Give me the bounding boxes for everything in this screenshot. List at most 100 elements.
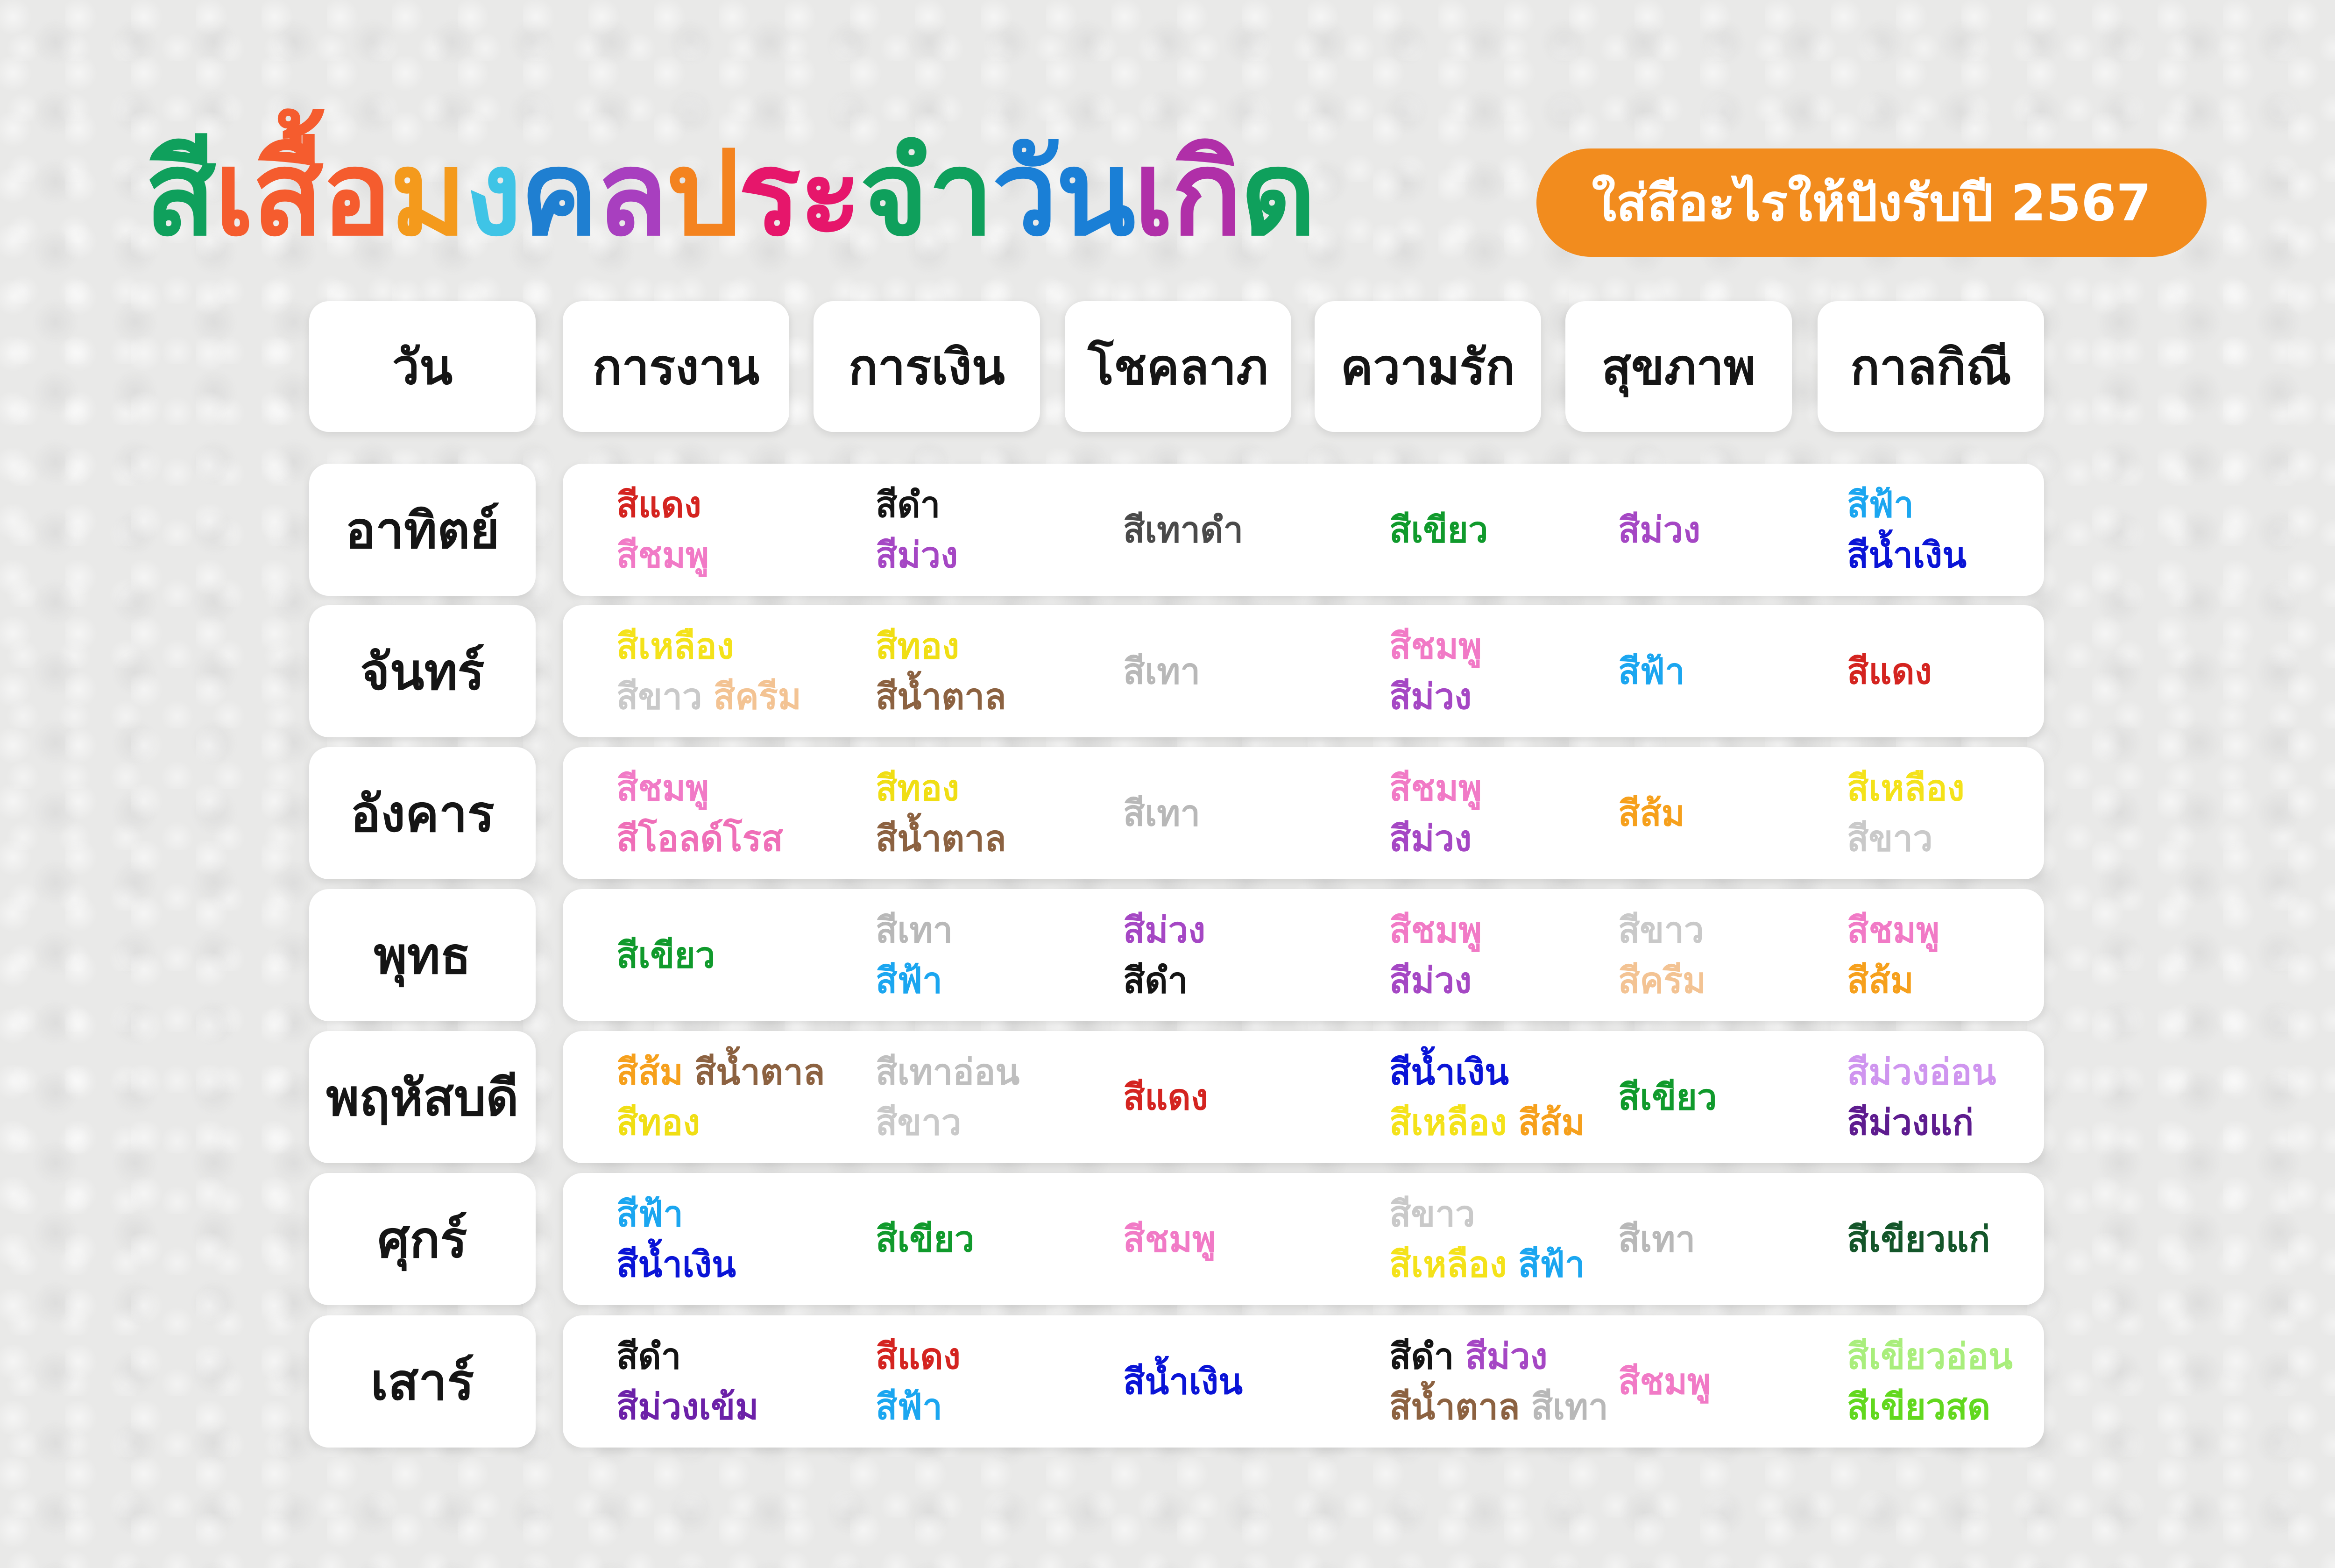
color-cell: สีขาวสีเหลือง สีฟ้า [1389, 1173, 1585, 1305]
color-name: สีแดง [1847, 650, 1932, 692]
color-cell: สีชมพู [1123, 1173, 1216, 1305]
color-name: สีดำ [1123, 959, 1188, 1001]
color-line: สีดำ [1123, 955, 1205, 1006]
color-line: สีฟ้า [1618, 646, 1685, 697]
color-name: สีทอง [616, 1101, 700, 1143]
row-card [563, 1315, 2044, 1448]
color-line: สีเทา [1123, 788, 1200, 839]
title-segment: วัน [992, 126, 1135, 261]
color-name: สีม่วง [1123, 909, 1206, 951]
color-line: สีชมพู [1847, 905, 1939, 955]
color-name: สีฟ้า [1518, 1243, 1585, 1285]
color-cell: สีเทา [1123, 605, 1200, 737]
color-cell: สีฟ้าสีน้ำเงิน [1847, 464, 1967, 596]
color-name: สีชมพู [616, 767, 709, 809]
color-line: สีขาว [1847, 813, 1965, 864]
title-segment: เสื้อ [214, 126, 392, 261]
color-cell: สีฟ้า [1618, 605, 1685, 737]
subtitle-text: ใส่สีอะไรให้ปังรับปี 2567 [1592, 174, 2151, 233]
color-name: สีเทา [1618, 1218, 1696, 1260]
color-name: สีฟ้า [616, 1193, 683, 1235]
color-cell: สีขาว สีครีม [1618, 889, 1706, 1021]
color-cell: สีเขียวอ่อน สีเขียวสด [1847, 1315, 2013, 1448]
color-line: สีเทา [876, 905, 953, 955]
color-cell: สีเทา [1618, 1173, 1695, 1305]
color-cell: สีม่วงสีดำ [1123, 889, 1205, 1021]
title-segment: ระ [738, 126, 862, 261]
day-label: จันทร์ [309, 605, 536, 737]
color-name: สีฟ้า [1847, 483, 1914, 525]
color-name: สีดำ [876, 483, 941, 525]
color-cell: สีชมพูสีส้ม [1847, 889, 1939, 1021]
color-name: สีเขียว [1389, 509, 1488, 551]
color-cell: สีชมพู [1618, 1315, 1711, 1448]
title-segment: ม [389, 126, 467, 261]
color-name: สีเหลือง [1389, 1101, 1507, 1143]
color-name: สีขาว [616, 675, 702, 717]
row-card [563, 1173, 2044, 1305]
color-name: สีน้ำตาล [876, 817, 1006, 859]
color-cell: สีม่วง [1618, 464, 1700, 596]
color-name: สีชมพู [1389, 625, 1482, 667]
color-name: สีเหลือง [616, 625, 734, 667]
color-line: สีม่วงเข้ม [616, 1382, 758, 1432]
color-line: สีดำ [876, 480, 958, 530]
color-line: สีชมพู [1389, 905, 1482, 955]
color-name: สีเขียวสด [1847, 1385, 1991, 1427]
color-line: สีทอง [876, 763, 1006, 813]
color-line: สีฟ้า [876, 1382, 961, 1432]
color-cell: สีแดง สีฟ้า [876, 1315, 961, 1448]
color-cell: สีชมพู สีม่วง [1389, 889, 1482, 1021]
header-category: สุขภาพ [1565, 301, 1792, 432]
color-line: สีขาว สีครีม [616, 671, 801, 722]
color-name: สีครีม [713, 675, 801, 717]
header-category: การเงิน [814, 301, 1040, 432]
title-segment: ง [465, 126, 522, 261]
color-name: สีเทาดำ [1123, 509, 1244, 551]
color-name: สีขาว [1847, 817, 1933, 859]
title-segment: จำ [860, 126, 994, 261]
color-name: สีขาว [1389, 1193, 1475, 1235]
color-name: สีน้ำเงิน [1123, 1360, 1243, 1402]
color-name: สีเขียว [1618, 1076, 1717, 1118]
color-name: สีม่วงอ่อน [1847, 1051, 1996, 1093]
color-line: สีเขียว [1618, 1072, 1717, 1123]
color-line: สีแดง [1123, 1072, 1208, 1123]
color-line: สีน้ำเงิน [1847, 530, 1967, 580]
color-line: สีม่วง [1123, 905, 1205, 955]
color-line: สีทอง [616, 1097, 825, 1148]
color-name: สีชมพู [616, 534, 709, 576]
header-category: โชคลาภ [1065, 301, 1291, 432]
subtitle-badge: ใส่สีอะไรให้ปังรับปี 2567 [1536, 148, 2207, 257]
color-name: สีน้ำตาล [694, 1051, 825, 1093]
color-name: สีม่วง [1389, 817, 1472, 859]
color-line: สีฟ้า [616, 1189, 736, 1239]
color-line: สีชมพู [616, 763, 783, 813]
color-line: สีเหลือง [1847, 763, 1965, 813]
color-cell: สีน้ำเงิน สีเหลือง สีส้ม [1389, 1031, 1585, 1163]
color-name: สีเหลือง [1847, 767, 1965, 809]
color-line: สีม่วงแก่ [1847, 1097, 1996, 1148]
color-cell: สีม่วงอ่อนสีม่วงแก่ [1847, 1031, 1996, 1163]
color-name: สีม่วงแก่ [1847, 1101, 1974, 1143]
color-line: สีเทา [1123, 646, 1200, 697]
color-line: สีน้ำตาล [876, 813, 1006, 864]
color-cell: สีฟ้า สีน้ำเงิน [616, 1173, 736, 1305]
color-name: สีเขียวแก่ [1847, 1218, 1990, 1260]
color-line: สีแดง [616, 480, 709, 530]
color-line: สีชมพู [616, 530, 709, 580]
color-line: สีเหลือง สีฟ้า [1389, 1239, 1585, 1290]
color-line: สีแดง [876, 1331, 961, 1382]
color-name: สีส้ม [1847, 959, 1914, 1001]
color-name: สีเหลือง [1389, 1243, 1507, 1285]
color-name: สีม่วงเข้ม [616, 1385, 759, 1427]
color-line: สีน้ำเงิน [1389, 1047, 1585, 1097]
color-name: สีเทา [1123, 792, 1201, 834]
color-name: สีน้ำเงิน [1847, 534, 1967, 576]
color-name: สีชมพู [1847, 909, 1940, 951]
color-name: สีน้ำตาล [876, 675, 1006, 717]
color-line: สีน้ำตาล สีเทา [1389, 1382, 1608, 1432]
color-name: สีฟ้า [876, 1385, 942, 1427]
title-segment: ด [1240, 126, 1316, 261]
color-line: สีส้ม [1847, 955, 1939, 1006]
